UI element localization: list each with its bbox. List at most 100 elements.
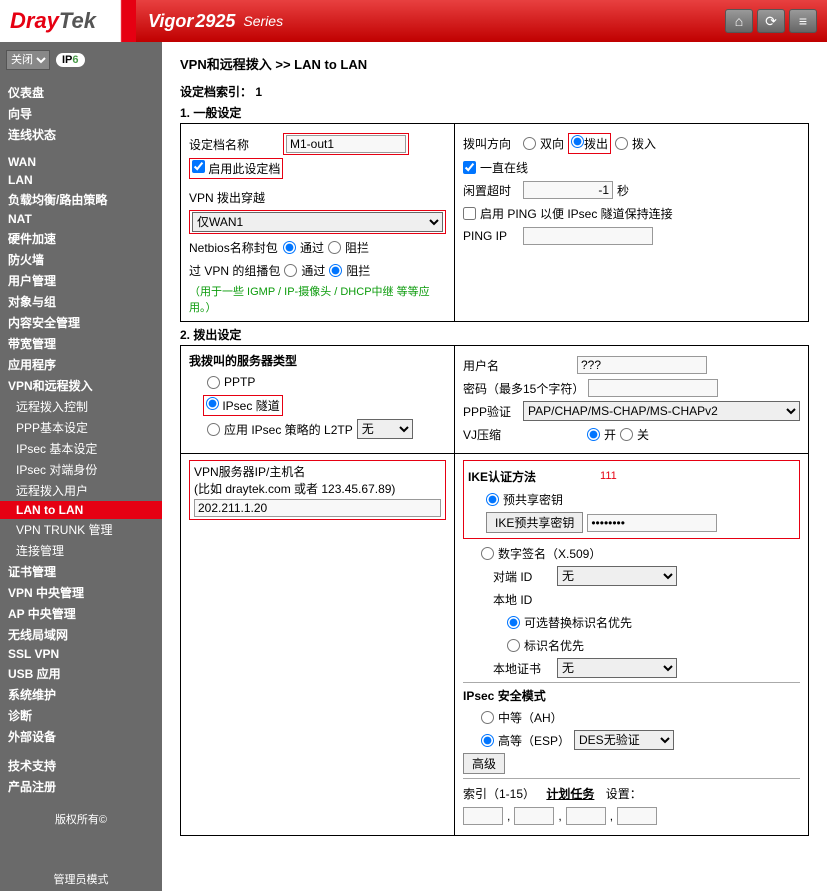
nav-dashboard[interactable]: 仪表盘 xyxy=(0,82,162,103)
vpn-host-box: VPN服务器IP/主机名 (比如 draytek.com 或者 123.45.6… xyxy=(180,453,454,836)
ipsec-sec-title: IPsec 安全模式 xyxy=(463,687,800,704)
sched-2-input[interactable] xyxy=(514,807,554,825)
nav-cert[interactable]: 证书管理 xyxy=(0,561,162,582)
dir-out-radio[interactable] xyxy=(571,135,584,148)
admin-mode[interactable]: 管理员模式 xyxy=(0,831,162,891)
nav-vpn-dialin[interactable]: 远程拨入用户 xyxy=(0,480,162,501)
server-type-label: 我拨叫的服务器类型 xyxy=(189,352,446,369)
profile-name-input[interactable] xyxy=(286,135,406,153)
nav-usb[interactable]: USB 应用 xyxy=(0,663,162,684)
nav-vpn-central[interactable]: VPN 中央管理 xyxy=(0,582,162,603)
nav-vpn-conn[interactable]: 连接管理 xyxy=(0,540,162,561)
nav-vpn-peer[interactable]: IPsec 对端身份 xyxy=(0,459,162,480)
ppp-auth-label: PPP验证 xyxy=(463,403,519,420)
ipv6-badge[interactable]: IP6 xyxy=(56,53,85,67)
nav-wan[interactable]: WAN xyxy=(0,153,162,171)
idle-input[interactable] xyxy=(523,181,613,199)
nav-nat[interactable]: NAT xyxy=(0,210,162,228)
peer-id-label: 对端 ID xyxy=(493,568,553,585)
nav-apps[interactable]: 应用程序 xyxy=(0,354,162,375)
esp-select[interactable]: DES无验证 xyxy=(574,730,674,750)
multicast-note: （用于一些 IGMP / IP-摄像头 / DHCP中继 等等应用。） xyxy=(189,283,446,315)
sched-1-input[interactable] xyxy=(463,807,503,825)
host-input[interactable] xyxy=(194,499,441,517)
multicast-label: 过 VPN 的组播包 xyxy=(189,262,280,279)
netbios-pass-radio[interactable] xyxy=(283,241,296,254)
ike-note: 111 xyxy=(600,470,617,482)
peer-id-select[interactable]: 无 xyxy=(557,566,677,586)
l2tp-policy-select[interactable]: 无 xyxy=(357,419,413,439)
psk-input[interactable] xyxy=(587,514,717,532)
nav-vpn[interactable]: VPN和远程拨入 xyxy=(0,375,162,396)
sig-radio[interactable] xyxy=(481,547,494,560)
local-cert-select[interactable]: 无 xyxy=(557,658,677,678)
ike-title: IKE认证方法 xyxy=(468,468,536,485)
model-title: Vigor2925 Series xyxy=(136,0,725,42)
psk-button[interactable]: IKE预共享密钥 xyxy=(486,512,583,533)
multicast-pass-radio[interactable] xyxy=(284,264,297,277)
nav-support[interactable]: 技术支持 xyxy=(0,755,162,776)
sched-4-input[interactable] xyxy=(617,807,657,825)
ah-radio[interactable] xyxy=(481,711,494,724)
nav-vpn-ppp[interactable]: PPP基本设定 xyxy=(0,417,162,438)
nav-csm[interactable]: 内容安全管理 xyxy=(0,312,162,333)
ppp-auth-select[interactable]: PAP/CHAP/MS-CHAP/MS-CHAPv2 xyxy=(523,401,800,421)
pptp-radio[interactable] xyxy=(207,376,220,389)
ping-keep-checkbox[interactable] xyxy=(463,207,476,220)
nav-hwaccel[interactable]: 硬件加速 xyxy=(0,228,162,249)
idle-label: 闲置超时 xyxy=(463,182,519,199)
nav-wlan[interactable]: 无线局域网 xyxy=(0,624,162,645)
nav-wizard[interactable]: 向导 xyxy=(0,103,162,124)
nav-sslvpn[interactable]: SSL VPN xyxy=(0,645,162,663)
nav-online[interactable]: 连线状态 xyxy=(0,124,162,145)
vj-on-radio[interactable] xyxy=(587,428,600,441)
advanced-button[interactable]: 高级 xyxy=(463,753,505,774)
enable-profile-label: 启用此设定档 xyxy=(208,162,280,176)
settings-icon[interactable]: ≡ xyxy=(789,9,817,33)
refresh-icon[interactable]: ⟳ xyxy=(757,9,785,33)
profile-index: 设定档索引： 1 xyxy=(180,83,809,100)
password-input[interactable] xyxy=(588,379,718,397)
sched-3-input[interactable] xyxy=(566,807,606,825)
nav-vpn-trunk[interactable]: VPN TRUNK 管理 xyxy=(0,519,162,540)
dir-in-radio[interactable] xyxy=(615,137,628,150)
nav-register[interactable]: 产品注册 xyxy=(0,776,162,797)
header-curve xyxy=(106,0,136,42)
local-cert-label: 本地证书 xyxy=(493,660,553,677)
netbios-label: Netbios名称封包 xyxy=(189,239,279,256)
home-icon[interactable]: ⌂ xyxy=(725,9,753,33)
host-hint: (比如 draytek.com 或者 123.45.67.89) xyxy=(194,480,441,497)
nav-ext[interactable]: 外部设备 xyxy=(0,726,162,747)
nav-sys[interactable]: 系统维护 xyxy=(0,684,162,705)
netbios-block-radio[interactable] xyxy=(328,241,341,254)
nav-bandwidth[interactable]: 带宽管理 xyxy=(0,333,162,354)
nav-loadbalance[interactable]: 负载均衡/路由策略 xyxy=(0,189,162,210)
alt-subject-radio[interactable] xyxy=(507,616,520,629)
nav-lan[interactable]: LAN xyxy=(0,171,162,189)
subject-radio[interactable] xyxy=(507,639,520,652)
username-input[interactable] xyxy=(577,356,707,374)
nav-lan-to-lan[interactable]: LAN to LAN xyxy=(0,501,162,519)
lang-select[interactable]: 关闭 xyxy=(6,50,50,70)
nav-diag[interactable]: 诊断 xyxy=(0,705,162,726)
nav-ap-central[interactable]: AP 中央管理 xyxy=(0,603,162,624)
enable-profile-checkbox[interactable] xyxy=(192,160,205,173)
ipsec-radio[interactable] xyxy=(206,397,219,410)
multicast-block-radio[interactable] xyxy=(329,264,342,277)
nav-vpn-ipsec[interactable]: IPsec 基本设定 xyxy=(0,438,162,459)
vj-off-radio[interactable] xyxy=(620,428,633,441)
nav-vpn-remote[interactable]: 远程拨入控制 xyxy=(0,396,162,417)
username-label: 用户名 xyxy=(463,357,573,374)
schedule-link[interactable]: 计划任务 xyxy=(546,787,594,801)
ping-ip-input[interactable] xyxy=(523,227,653,245)
esp-radio[interactable] xyxy=(481,734,494,747)
nav-firewall[interactable]: 防火墙 xyxy=(0,249,162,270)
ping-ip-label: PING IP xyxy=(463,229,519,243)
l2tp-radio[interactable] xyxy=(207,423,220,436)
dir-both-radio[interactable] xyxy=(523,137,536,150)
nav-objects[interactable]: 对象与组 xyxy=(0,291,162,312)
nav-usermgmt[interactable]: 用户管理 xyxy=(0,270,162,291)
dialthrough-select[interactable]: 仅WAN1 xyxy=(192,212,443,232)
always-on-checkbox[interactable] xyxy=(463,161,476,174)
psk-radio[interactable] xyxy=(486,493,499,506)
